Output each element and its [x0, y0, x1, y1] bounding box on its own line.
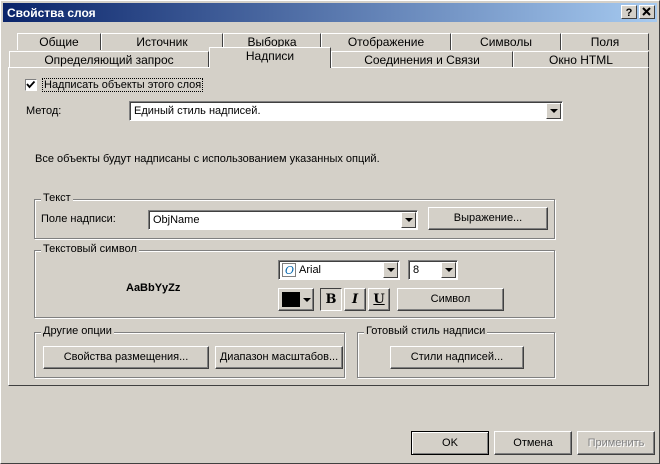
underline-toggle[interactable]: U	[368, 288, 390, 311]
tab-html-popup[interactable]: Окно HTML	[513, 51, 649, 68]
tab-definition-query[interactable]: Определяющий запрос	[9, 51, 209, 68]
chevron-down-icon[interactable]	[546, 103, 561, 119]
label-features-label[interactable]: Надписать объекты этого слоя	[42, 78, 204, 92]
apply-button[interactable]: Применить	[577, 431, 655, 455]
tab-symbols[interactable]: Символы	[451, 33, 561, 50]
cancel-button[interactable]: Отмена	[494, 431, 572, 455]
tab-display[interactable]: Отображение	[321, 33, 451, 50]
chevron-down-icon	[303, 298, 311, 302]
bold-toggle[interactable]: B	[320, 288, 342, 311]
label-field-label: Поле надписи:	[41, 213, 116, 225]
method-select[interactable]: Единый стиль надписей.	[129, 101, 563, 121]
checkmark-icon	[26, 80, 36, 89]
label-field-value: ObjName	[153, 214, 200, 226]
symbol-preview: AaBbYyZz	[126, 282, 181, 294]
tab-labels[interactable]: Надписи	[209, 47, 331, 68]
labels-panel: Надписать объекты этого слоя Метод: Един…	[8, 67, 649, 386]
label-style-group-title: Готовый стиль надписи	[364, 325, 488, 337]
label-features-checkbox[interactable]	[25, 79, 37, 91]
color-picker-button[interactable]	[278, 288, 314, 311]
label-style-group: Готовый стиль надписи Стили надписей...	[357, 325, 555, 378]
font-select[interactable]: O Arial	[278, 260, 400, 280]
text-symbol-group: Текстовый символ AaBbYyZz O Arial 8 B I …	[34, 243, 555, 318]
placement-properties-button[interactable]: Свойства размещения...	[43, 346, 209, 369]
window-title: Свойства слоя	[7, 6, 96, 20]
layer-properties-dialog: Свойства слоя ? X Общие Источник Выборка…	[0, 0, 660, 464]
opentype-font-icon: O	[282, 263, 296, 277]
chevron-down-icon[interactable]	[401, 212, 416, 228]
text-group-title: Текст	[41, 192, 73, 204]
tab-joins-relates[interactable]: Соединения и Связи	[331, 51, 513, 68]
font-value: Arial	[299, 264, 322, 276]
expression-button[interactable]: Выражение...	[428, 207, 548, 230]
method-label: Метод:	[26, 105, 62, 117]
chevron-down-icon[interactable]	[441, 262, 456, 278]
help-button[interactable]: ?	[621, 5, 637, 19]
italic-toggle[interactable]: I	[344, 288, 366, 311]
ok-button[interactable]: OK	[411, 431, 489, 455]
info-text: Все объекты будут надписаны с использова…	[35, 153, 380, 165]
other-options-group: Другие опции Свойства размещения... Диап…	[34, 325, 345, 378]
svg-text:O: O	[285, 264, 294, 277]
close-button[interactable]: X	[639, 5, 655, 19]
label-field-select[interactable]: ObjName	[148, 210, 418, 230]
chevron-down-icon[interactable]	[383, 262, 398, 278]
other-options-group-title: Другие опции	[41, 325, 114, 337]
text-symbol-group-title: Текстовый символ	[41, 243, 139, 255]
label-styles-button[interactable]: Стили надписей...	[390, 346, 524, 369]
method-value: Единый стиль надписей.	[134, 105, 261, 117]
font-size-select[interactable]: 8	[408, 260, 458, 280]
color-swatch	[282, 292, 300, 307]
scale-range-button[interactable]: Диапазон масштабов...	[215, 346, 343, 369]
tab-general[interactable]: Общие	[17, 33, 101, 50]
title-bar: Свойства слоя ? X	[3, 3, 657, 22]
text-group: Текст Поле надписи: ObjName Выражение...	[34, 192, 555, 239]
font-size-value: 8	[413, 264, 420, 276]
tab-source[interactable]: Источник	[101, 33, 223, 50]
tab-fields[interactable]: Поля	[561, 33, 649, 50]
symbol-button[interactable]: Символ	[397, 288, 504, 311]
